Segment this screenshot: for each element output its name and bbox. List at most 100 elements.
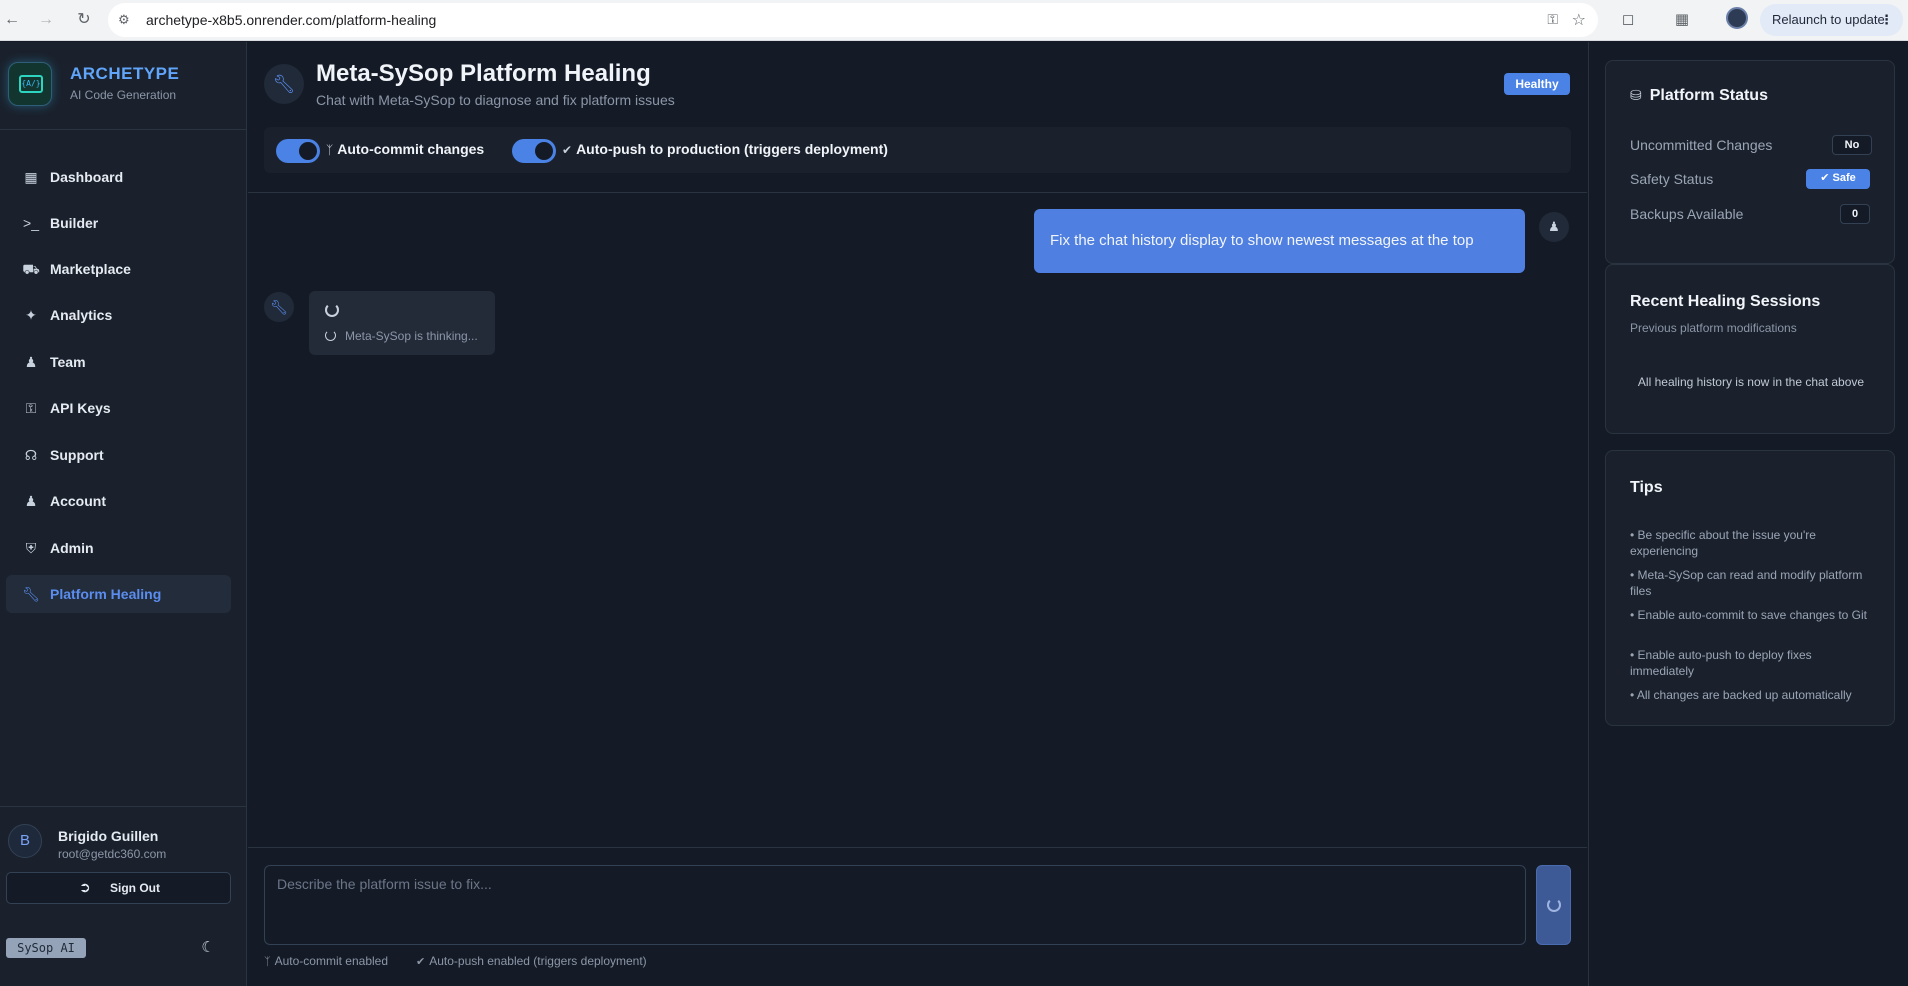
right-panel: ⛁ Platform Status Uncommitted Changes No …: [1588, 42, 1908, 986]
grid-icon: ▦: [24, 169, 38, 185]
page-subtitle: Chat with Meta-SySop to diagnose and fix…: [316, 92, 675, 108]
git-branch-icon: ᛉ: [264, 956, 271, 968]
user-name: Brigido Guillen: [58, 828, 159, 844]
send-button[interactable]: [1536, 865, 1571, 945]
toggle-bar: ᛉ Auto-commit changes ✔ Auto-push to produ…: [264, 127, 1571, 173]
sidebar-item-api-keys[interactable]: ⚿ API Keys: [6, 389, 231, 427]
tip-item: • Be specific about the issue you're exp…: [1630, 528, 1816, 558]
user-icon: ♟: [24, 493, 38, 509]
sidebar-item-team[interactable]: ♟ Team: [6, 343, 231, 381]
sidebar-item-label: Support: [50, 447, 104, 463]
key-icon: ⚿: [25, 400, 37, 416]
auto-push-status: ✔ Auto-push enabled (triggers deployment): [416, 954, 647, 968]
moon-icon[interactable]: ☾: [198, 938, 218, 958]
browser-toolbar: ← → ↻ ⚙ archetype-x8b5.onrender.com/plat…: [0, 0, 1908, 41]
profile-avatar[interactable]: [1726, 7, 1748, 29]
recent-sessions-empty: All healing history is now in the chat a…: [1637, 375, 1865, 389]
spinner-icon: [1547, 898, 1561, 912]
sidebar-divider: [0, 806, 247, 807]
user-email: root@getdc360.com: [58, 847, 167, 861]
sidebar-item-label: Dashboard: [50, 169, 124, 185]
spinner-icon: [325, 330, 336, 341]
password-key-icon[interactable]: ⚿: [1547, 11, 1558, 28]
sparkle-icon: ✦: [25, 307, 37, 323]
sidebar-item-label: Analytics: [50, 307, 113, 323]
sign-out-button[interactable]: ➲ Sign Out: [6, 872, 231, 904]
shield-icon: ⛨: [25, 540, 37, 556]
sidebar-item-dashboard[interactable]: ▦ Dashboard: [6, 158, 231, 196]
relaunch-button[interactable]: Relaunch to update ⋮: [1760, 4, 1903, 36]
auto-commit-text: Auto-commit changes: [337, 141, 485, 157]
check-circle-icon: ✔: [1820, 172, 1833, 184]
tip-item: • Enable auto-push to deploy fixes immed…: [1630, 648, 1812, 678]
sidebar-item-analytics[interactable]: ✦ Analytics: [6, 296, 231, 334]
cart-icon: ⛟: [22, 261, 40, 277]
database-icon: ⛁: [1630, 87, 1642, 103]
reload-icon[interactable]: ↻: [72, 8, 96, 32]
users-icon: ♟: [24, 354, 38, 370]
sidebar-item-label: Platform Healing: [50, 586, 162, 602]
tip-item: • All changes are backed up automaticall…: [1630, 688, 1852, 702]
issue-input[interactable]: [264, 865, 1526, 945]
platform-status-card: ⛁ Platform Status Uncommitted Changes No …: [1605, 60, 1895, 264]
sidebar-item-support[interactable]: ☊ Support: [6, 436, 231, 474]
site-settings-icon[interactable]: ⚙: [118, 11, 136, 29]
sidebar-item-account[interactable]: ♟ Account: [6, 482, 231, 520]
auto-push-text: Auto-push to production (triggers deploy…: [576, 141, 888, 157]
sidebar-item-marketplace[interactable]: ⛟ Marketplace: [6, 250, 231, 288]
platform-status-title: Platform Status: [1649, 87, 1768, 104]
app-logo[interactable]: {A/}: [8, 62, 52, 106]
thinking-indicator: Meta-SySop is thinking...: [309, 291, 495, 355]
extensions-icon[interactable]: ◻: [1616, 8, 1640, 32]
auto-commit-status: ᛉ Auto-commit enabled: [264, 954, 388, 968]
composer-divider: [248, 847, 1587, 848]
sidebar-item-label: Admin: [50, 540, 94, 556]
address-bar[interactable]: ⚙ archetype-x8b5.onrender.com/platform-h…: [108, 3, 1598, 37]
backups-label: Backups Available: [1630, 206, 1744, 222]
sidebar: {A/} ARCHETYPE AI Code Generation ▦ Dash…: [0, 42, 247, 986]
wrench-icon: 🔧︎: [264, 292, 294, 322]
user-avatar-icon: ♟: [1539, 212, 1569, 242]
brand-tagline: AI Code Generation: [70, 88, 177, 102]
media-icon[interactable]: ▦: [1670, 8, 1694, 32]
auto-commit-toggle[interactable]: [276, 139, 320, 163]
spinner-icon: [325, 303, 339, 317]
logout-icon: ➲: [79, 879, 91, 895]
logo-mark: {A/}: [19, 75, 43, 93]
safety-value: ✔ Safe: [1806, 169, 1870, 189]
auto-push-label: ✔ Auto-push to production (triggers deplo…: [562, 141, 888, 157]
safety-label: Safety Status: [1630, 171, 1714, 187]
back-icon[interactable]: ←: [0, 8, 24, 32]
url-text[interactable]: archetype-x8b5.onrender.com/platform-hea…: [146, 12, 436, 28]
terminal-icon: >_: [23, 215, 39, 231]
sidebar-item-label: Account: [50, 493, 106, 509]
sidebar-item-platform-healing[interactable]: 🔧︎ Platform Healing: [6, 575, 231, 613]
kebab-menu-icon[interactable]: ⋮: [1880, 4, 1893, 36]
avatar: B: [8, 824, 42, 858]
forward-icon[interactable]: →: [34, 8, 58, 32]
wrench-icon: 🔧︎: [22, 586, 40, 602]
recent-sessions-title: Recent Healing Sessions: [1630, 293, 1821, 310]
tip-item: • Meta-SySop can read and modify platfor…: [1630, 568, 1863, 598]
sidebar-item-builder[interactable]: >_ Builder: [6, 204, 231, 242]
tips-card: Tips • Be specific about the issue you'r…: [1605, 450, 1895, 726]
headphones-icon: ☊: [24, 447, 38, 463]
bookmark-star-icon[interactable]: ☆: [1572, 10, 1586, 30]
sidebar-item-admin[interactable]: ⛨ Admin: [6, 529, 231, 567]
sign-out-label: Sign Out: [110, 881, 160, 895]
sidebar-item-label: Team: [50, 354, 86, 370]
recent-sessions-card: Recent Healing Sessions Previous platfor…: [1605, 264, 1895, 434]
recent-sessions-subtitle: Previous platform modifications: [1630, 321, 1797, 335]
auto-commit-status-text: Auto-commit enabled: [274, 954, 388, 968]
sidebar-item-label: API Keys: [50, 400, 111, 416]
uncommitted-value: No: [1832, 135, 1872, 155]
wrench-icon: 🔧︎: [264, 64, 304, 104]
auto-push-toggle[interactable]: [512, 139, 556, 163]
check-circle-icon: ✔: [562, 143, 573, 157]
card-title: ⛁ Platform Status: [1630, 87, 1768, 105]
main-panel: 🔧︎ Meta-SySop Platform Healing Chat with…: [248, 42, 1587, 986]
user-message: Fix the chat history display to show new…: [1034, 209, 1525, 273]
git-branch-icon: ᛉ: [326, 143, 334, 157]
sysop-badge: SySop AI: [6, 938, 86, 958]
brand-name: ARCHETYPE: [70, 64, 180, 83]
